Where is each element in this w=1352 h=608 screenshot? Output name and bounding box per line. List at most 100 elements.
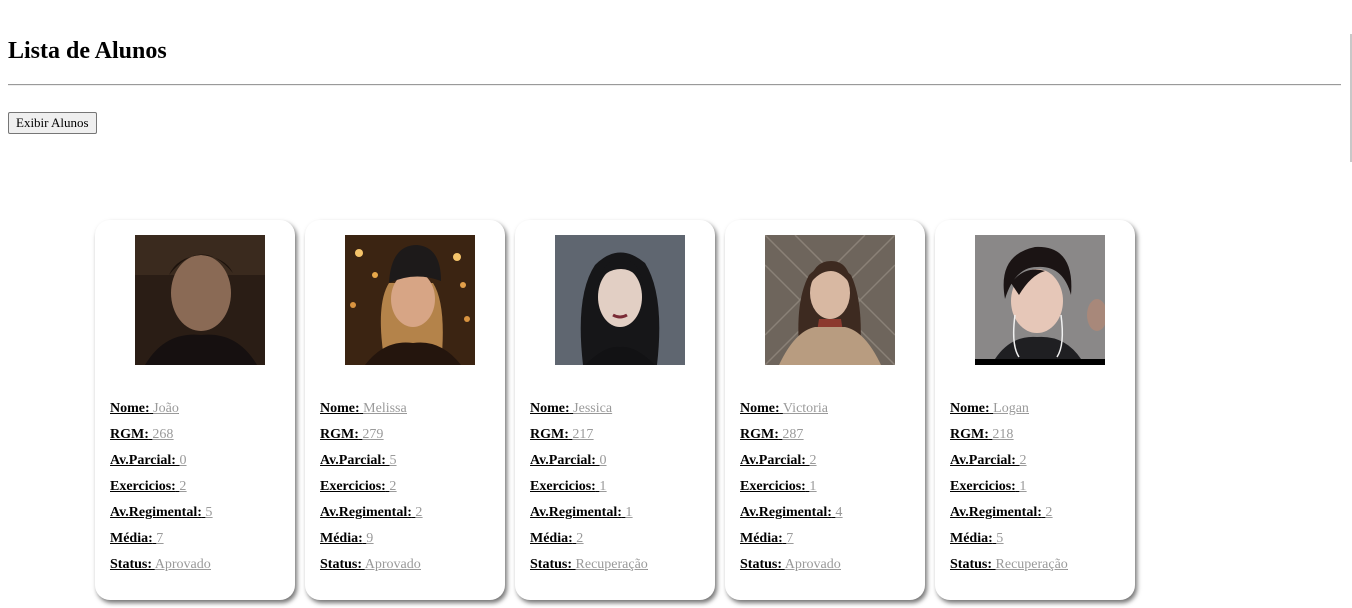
student-card: Nome: João RGM: 268 Av.Parcial: 0 Exerci… xyxy=(95,220,295,600)
student-exercicios-row: Exercicios: 1 xyxy=(740,474,842,500)
parcial-label: Av.Parcial: xyxy=(950,453,1016,468)
student-media-row: Média: 9 xyxy=(320,526,422,552)
student-parcial-row: Av.Parcial: 5 xyxy=(320,448,422,474)
student-rgm: 287 xyxy=(782,427,804,442)
student-name: Jessica xyxy=(573,401,613,416)
rgm-label: RGM: xyxy=(740,427,779,442)
student-regimental: 2 xyxy=(415,505,423,520)
student-exercicios: 2 xyxy=(179,479,187,494)
student-parcial: 2 xyxy=(1019,453,1027,468)
student-rgm: 268 xyxy=(152,427,174,442)
status-label: Status: xyxy=(530,557,573,572)
student-photo xyxy=(765,235,895,365)
student-exercicios: 1 xyxy=(599,479,607,494)
student-status-row: Status: Aprovado xyxy=(110,552,212,578)
student-regimental-row: Av.Regimental: 1 xyxy=(530,500,648,526)
student-rgm: 217 xyxy=(572,427,594,442)
student-photo xyxy=(975,235,1105,365)
media-label: Média: xyxy=(530,531,573,546)
student-media-row: Média: 7 xyxy=(110,526,212,552)
student-status-row: Status: Aprovado xyxy=(320,552,422,578)
student-photo xyxy=(555,235,685,365)
name-label: Nome: xyxy=(950,401,990,416)
name-label: Nome: xyxy=(530,401,570,416)
student-name: Logan xyxy=(993,401,1029,416)
student-rgm-row: RGM: 287 xyxy=(740,422,842,448)
student-status: Aprovado xyxy=(364,557,421,572)
regimental-label: Av.Regimental: xyxy=(950,505,1042,520)
student-status: Aprovado xyxy=(784,557,841,572)
student-card: Nome: Logan RGM: 218 Av.Parcial: 2 Exerc… xyxy=(935,220,1135,600)
student-regimental: 5 xyxy=(205,505,213,520)
student-info: Nome: Logan RGM: 218 Av.Parcial: 2 Exerc… xyxy=(950,396,1068,578)
student-parcial: 0 xyxy=(179,453,187,468)
rgm-label: RGM: xyxy=(950,427,989,442)
regimental-label: Av.Regimental: xyxy=(320,505,412,520)
student-media: 7 xyxy=(156,531,164,546)
student-name-row: Nome: Jessica xyxy=(530,396,648,422)
student-parcial: 2 xyxy=(809,453,817,468)
student-exercicios-row: Exercicios: 1 xyxy=(950,474,1068,500)
student-media-row: Média: 5 xyxy=(950,526,1068,552)
rgm-label: RGM: xyxy=(320,427,359,442)
student-card: Nome: Jessica RGM: 217 Av.Parcial: 0 Exe… xyxy=(515,220,715,600)
student-regimental: 2 xyxy=(1045,505,1053,520)
student-media: 5 xyxy=(996,531,1004,546)
media-label: Média: xyxy=(110,531,153,546)
student-exercicios: 1 xyxy=(809,479,817,494)
student-exercicios-row: Exercicios: 1 xyxy=(530,474,648,500)
student-card: Nome: Melissa RGM: 279 Av.Parcial: 5 Exe… xyxy=(305,220,505,600)
student-media: 9 xyxy=(366,531,374,546)
parcial-label: Av.Parcial: xyxy=(110,453,176,468)
status-label: Status: xyxy=(740,557,783,572)
student-media: 2 xyxy=(576,531,584,546)
student-exercicios: 2 xyxy=(389,479,397,494)
student-photo xyxy=(345,235,475,365)
student-regimental-row: Av.Regimental: 4 xyxy=(740,500,842,526)
student-status-row: Status: Recuperação xyxy=(950,552,1068,578)
student-status-row: Status: Aprovado xyxy=(740,552,842,578)
media-label: Média: xyxy=(320,531,363,546)
student-rgm: 279 xyxy=(362,427,384,442)
student-exercicios-row: Exercicios: 2 xyxy=(320,474,422,500)
student-status: Recuperação xyxy=(575,557,648,572)
student-rgm-row: RGM: 279 xyxy=(320,422,422,448)
student-exercicios: 1 xyxy=(1019,479,1027,494)
status-label: Status: xyxy=(110,557,153,572)
student-info: Nome: Melissa RGM: 279 Av.Parcial: 5 Exe… xyxy=(320,396,422,578)
student-regimental: 4 xyxy=(835,505,843,520)
student-media-row: Média: 7 xyxy=(740,526,842,552)
student-regimental-row: Av.Regimental: 5 xyxy=(110,500,212,526)
page-scrollbar[interactable] xyxy=(1341,0,1352,608)
student-name: João xyxy=(153,401,179,416)
name-label: Nome: xyxy=(110,401,150,416)
student-rgm: 218 xyxy=(992,427,1014,442)
media-label: Média: xyxy=(950,531,993,546)
student-regimental: 1 xyxy=(625,505,633,520)
student-status: Recuperação xyxy=(995,557,1068,572)
regimental-label: Av.Regimental: xyxy=(530,505,622,520)
student-status: Aprovado xyxy=(154,557,211,572)
status-label: Status: xyxy=(320,557,363,572)
name-label: Nome: xyxy=(740,401,780,416)
student-regimental-row: Av.Regimental: 2 xyxy=(320,500,422,526)
exercicios-label: Exercicios: xyxy=(530,479,596,494)
name-label: Nome: xyxy=(320,401,360,416)
title-divider xyxy=(8,84,1341,86)
show-students-button[interactable]: Exibir Alunos xyxy=(8,112,97,134)
student-media-row: Média: 2 xyxy=(530,526,648,552)
student-rgm-row: RGM: 218 xyxy=(950,422,1068,448)
student-rgm-row: RGM: 217 xyxy=(530,422,648,448)
student-card: Nome: Victoria RGM: 287 Av.Parcial: 2 Ex… xyxy=(725,220,925,600)
student-media: 7 xyxy=(786,531,794,546)
student-name-row: Nome: João xyxy=(110,396,212,422)
student-parcial: 0 xyxy=(599,453,607,468)
parcial-label: Av.Parcial: xyxy=(740,453,806,468)
regimental-label: Av.Regimental: xyxy=(110,505,202,520)
student-parcial: 5 xyxy=(389,453,397,468)
exercicios-label: Exercicios: xyxy=(740,479,806,494)
student-exercicios-row: Exercicios: 2 xyxy=(110,474,212,500)
student-name-row: Nome: Melissa xyxy=(320,396,422,422)
student-info: Nome: Victoria RGM: 287 Av.Parcial: 2 Ex… xyxy=(740,396,842,578)
student-parcial-row: Av.Parcial: 2 xyxy=(740,448,842,474)
